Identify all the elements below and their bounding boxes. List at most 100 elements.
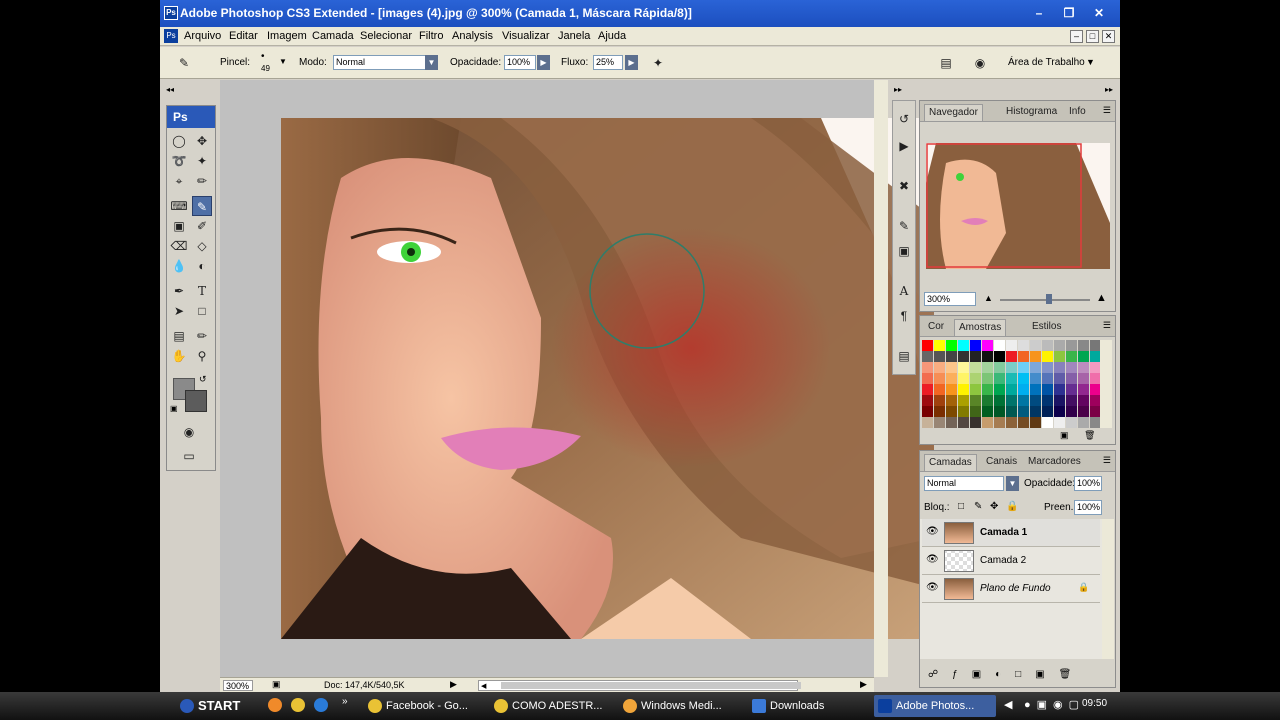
task-facebook[interactable]: Facebook - Go... bbox=[364, 695, 486, 717]
flow-field[interactable]: 25% bbox=[593, 55, 623, 70]
color-swatch[interactable] bbox=[994, 373, 1005, 384]
color-swatch[interactable] bbox=[1066, 362, 1077, 373]
fill-field[interactable]: 100% bbox=[1074, 500, 1102, 515]
color-swatch[interactable] bbox=[934, 417, 945, 428]
magic-wand-tool-icon[interactable]: ✦ bbox=[192, 151, 212, 171]
move-tool-icon[interactable]: ✥ bbox=[192, 131, 212, 151]
color-swatch[interactable] bbox=[982, 417, 993, 428]
zoom-slider-thumb[interactable] bbox=[1046, 294, 1052, 304]
path-selection-tool-icon[interactable]: ➤ bbox=[169, 301, 189, 321]
color-swatch[interactable] bbox=[970, 406, 981, 417]
marquee-tool-icon[interactable]: ◯ bbox=[169, 131, 189, 151]
minimize-button[interactable]: – bbox=[1028, 4, 1050, 22]
color-swatch[interactable] bbox=[958, 417, 969, 428]
mode-chevron-icon[interactable]: ▼ bbox=[425, 55, 438, 70]
doc-minimize-button[interactable]: – bbox=[1070, 30, 1083, 43]
visibility-eye-icon[interactable]: 👁 bbox=[926, 526, 939, 537]
color-swatch[interactable] bbox=[994, 362, 1005, 373]
task-como-adestr[interactable]: COMO ADESTR... bbox=[490, 695, 616, 717]
color-swatch[interactable] bbox=[1018, 373, 1029, 384]
layer-name[interactable]: Plano de Fundo bbox=[980, 583, 1051, 594]
color-swatch[interactable] bbox=[1054, 351, 1065, 362]
ie-icon[interactable] bbox=[314, 698, 328, 712]
color-swatch[interactable] bbox=[994, 340, 1005, 351]
color-swatch[interactable] bbox=[1006, 362, 1017, 373]
pen-tool-icon[interactable]: ✒ bbox=[169, 281, 189, 301]
color-swatch[interactable] bbox=[1006, 384, 1017, 395]
tab-amostras[interactable]: Amostras bbox=[954, 319, 1007, 336]
color-swatch[interactable] bbox=[1018, 384, 1029, 395]
color-swatch[interactable] bbox=[1054, 395, 1065, 406]
history-brush-tool-icon[interactable]: ✐ bbox=[192, 216, 212, 236]
color-swatch[interactable] bbox=[970, 417, 981, 428]
bridge-icon[interactable]: ◉ bbox=[970, 53, 990, 73]
color-swatch[interactable] bbox=[946, 362, 957, 373]
color-swatch[interactable] bbox=[1054, 362, 1065, 373]
tab-marcadores[interactable]: Marcadores bbox=[1024, 454, 1085, 471]
tab-camadas[interactable]: Camadas bbox=[924, 454, 977, 471]
zoom-out-icon[interactable]: ▲ bbox=[984, 293, 993, 303]
layer-row[interactable]: 👁 Camada 2 bbox=[922, 547, 1100, 575]
palette-well-icon[interactable]: ▤ bbox=[936, 53, 956, 73]
tab-histograma[interactable]: Histograma bbox=[1002, 104, 1061, 121]
airbrush-icon[interactable]: ✦ bbox=[648, 53, 668, 73]
color-swatch[interactable] bbox=[1042, 406, 1053, 417]
color-swatch[interactable] bbox=[1066, 340, 1077, 351]
lock-transparency-icon[interactable]: □ bbox=[958, 501, 964, 512]
color-swatch[interactable] bbox=[1078, 406, 1089, 417]
color-swatch[interactable] bbox=[1042, 384, 1053, 395]
brush-picker-chevron-icon[interactable]: ▼ bbox=[279, 57, 287, 66]
actions-panel-icon[interactable]: ▶ bbox=[894, 136, 914, 156]
brush-size[interactable]: 49 bbox=[261, 64, 270, 73]
color-swatch[interactable] bbox=[994, 384, 1005, 395]
color-swatch[interactable] bbox=[1006, 417, 1017, 428]
scroll-left-icon[interactable]: ◀ bbox=[481, 682, 491, 690]
color-swatch[interactable] bbox=[982, 351, 993, 362]
color-swatch[interactable] bbox=[982, 395, 993, 406]
clone-stamp-tool-icon[interactable]: ▣ bbox=[169, 216, 189, 236]
type-tool-icon[interactable]: T bbox=[192, 281, 212, 301]
dodge-tool-icon[interactable]: ◐ bbox=[192, 256, 212, 276]
color-swatch[interactable] bbox=[1018, 340, 1029, 351]
menu-ajuda[interactable]: Ajuda bbox=[598, 30, 626, 42]
menu-imagem[interactable]: Imagem bbox=[267, 30, 307, 42]
color-swatch[interactable] bbox=[982, 406, 993, 417]
color-swatch[interactable] bbox=[922, 373, 933, 384]
color-swatch[interactable] bbox=[1078, 384, 1089, 395]
color-swatch[interactable] bbox=[946, 340, 957, 351]
workspace-menu[interactable]: Área de Trabalho bbox=[1008, 57, 1085, 68]
layer-row[interactable]: 👁 Plano de Fundo 🔒 bbox=[922, 575, 1100, 603]
notes-tool-icon[interactable]: ▤ bbox=[169, 326, 189, 346]
color-swatch[interactable] bbox=[922, 395, 933, 406]
opacity-arrow-icon[interactable]: ▶ bbox=[537, 55, 550, 70]
color-swatch[interactable] bbox=[958, 384, 969, 395]
color-swatch[interactable] bbox=[1018, 362, 1029, 373]
color-swatch[interactable] bbox=[1078, 362, 1089, 373]
color-swatch[interactable] bbox=[1066, 406, 1077, 417]
rectangle-tool-icon[interactable]: □ bbox=[192, 301, 212, 321]
color-swatch[interactable] bbox=[994, 351, 1005, 362]
color-swatch[interactable] bbox=[922, 362, 933, 373]
color-swatch[interactable] bbox=[1078, 351, 1089, 362]
color-swatch[interactable] bbox=[1042, 373, 1053, 384]
task-photoshop[interactable]: Adobe Photos... bbox=[874, 695, 996, 717]
color-swatch[interactable] bbox=[934, 406, 945, 417]
color-swatch[interactable] bbox=[1066, 395, 1077, 406]
color-swatch[interactable] bbox=[994, 395, 1005, 406]
scroll-thumb[interactable] bbox=[501, 682, 801, 689]
brush-tool-icon[interactable]: ✎ bbox=[192, 196, 212, 216]
color-swatch[interactable] bbox=[946, 384, 957, 395]
color-swatch[interactable] bbox=[1030, 406, 1041, 417]
color-swatch[interactable] bbox=[1018, 351, 1029, 362]
color-swatch[interactable] bbox=[970, 384, 981, 395]
color-swatch[interactable] bbox=[1006, 340, 1017, 351]
zoom-slider-track[interactable] bbox=[1000, 299, 1090, 301]
color-swatch[interactable] bbox=[1006, 373, 1017, 384]
navigator-preview[interactable] bbox=[926, 143, 1110, 269]
doc-restore-button[interactable]: □ bbox=[1086, 30, 1099, 43]
color-swatch[interactable] bbox=[946, 406, 957, 417]
new-swatch-icon[interactable]: ▣ bbox=[1060, 430, 1069, 441]
color-swatch[interactable] bbox=[1018, 417, 1029, 428]
swatches-scrollbar[interactable] bbox=[1100, 340, 1112, 428]
tab-estilos[interactable]: Estilos bbox=[1028, 319, 1065, 336]
